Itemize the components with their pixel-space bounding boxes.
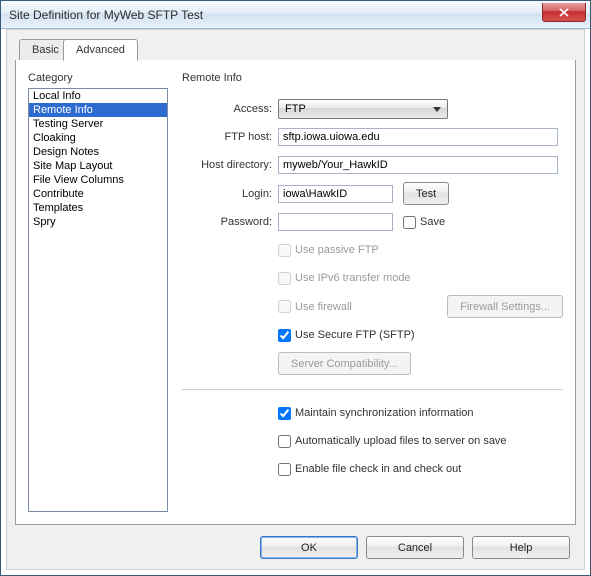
close-button[interactable] (542, 3, 586, 22)
password-input[interactable] (278, 213, 393, 231)
firewall-box (278, 300, 291, 313)
window-title: Site Definition for MyWeb SFTP Test (9, 8, 203, 22)
tab-page-advanced: Category Local Info Remote Info Testing … (15, 60, 576, 525)
category-item-local-info[interactable]: Local Info (29, 89, 167, 103)
category-item-file-view-columns[interactable]: File View Columns (29, 173, 167, 187)
label-access: Access: (182, 103, 278, 115)
cancel-button[interactable]: Cancel (366, 536, 464, 559)
test-button[interactable]: Test (403, 182, 449, 205)
dialog-buttons: OK Cancel Help (260, 536, 570, 559)
ipv6-box (278, 272, 291, 285)
sync-checkbox[interactable]: Maintain synchronization information (278, 407, 474, 420)
host-directory-input[interactable] (278, 156, 558, 174)
tab-advanced[interactable]: Advanced (63, 39, 138, 61)
ok-button[interactable]: OK (260, 536, 358, 559)
auto-upload-checkbox[interactable]: Automatically upload files to server on … (278, 435, 507, 448)
login-input[interactable] (278, 185, 393, 203)
save-password-checkbox[interactable]: Save (403, 216, 445, 229)
sftp-box[interactable] (278, 329, 291, 342)
checkinout-checkbox[interactable]: Enable file check in and check out (278, 463, 461, 476)
category-item-templates[interactable]: Templates (29, 201, 167, 215)
category-item-testing-server[interactable]: Testing Server (29, 117, 167, 131)
category-list[interactable]: Local Info Remote Info Testing Server Cl… (28, 88, 168, 512)
label-login: Login: (182, 188, 278, 200)
access-select[interactable]: FTP (278, 99, 448, 119)
server-compatibility-button: Server Compatibility... (278, 352, 411, 375)
auto-upload-box[interactable] (278, 435, 291, 448)
category-item-site-map-layout[interactable]: Site Map Layout (29, 159, 167, 173)
sftp-checkbox[interactable]: Use Secure FTP (SFTP) (278, 329, 415, 342)
form-area: Remote Info Access: FTP FTP host: Host d… (168, 72, 563, 512)
ftp-host-input[interactable] (278, 128, 558, 146)
close-icon (559, 8, 569, 17)
help-button[interactable]: Help (472, 536, 570, 559)
passive-ftp-checkbox: Use passive FTP (278, 244, 379, 257)
save-password-box[interactable] (403, 216, 416, 229)
checkinout-box[interactable] (278, 463, 291, 476)
category-label: Category (28, 72, 168, 84)
ipv6-checkbox: Use IPv6 transfer mode (278, 272, 411, 285)
category-item-remote-info[interactable]: Remote Info (29, 103, 167, 117)
category-item-contribute[interactable]: Contribute (29, 187, 167, 201)
titlebar: Site Definition for MyWeb SFTP Test (1, 1, 590, 29)
separator (182, 389, 563, 390)
access-select-value: FTP (285, 103, 306, 115)
firewall-checkbox: Use firewall (278, 300, 352, 313)
client-area: Basic Advanced Category Local Info Remot… (6, 29, 585, 570)
label-password: Password: (182, 216, 278, 228)
category-column: Category Local Info Remote Info Testing … (28, 72, 168, 512)
firewall-settings-button: Firewall Settings... (447, 295, 563, 318)
label-host-dir: Host directory: (182, 159, 278, 171)
tabstrip: Basic Advanced (15, 38, 576, 61)
category-item-cloaking[interactable]: Cloaking (29, 131, 167, 145)
sync-box[interactable] (278, 407, 291, 420)
label-ftp-host: FTP host: (182, 131, 278, 143)
section-title: Remote Info (182, 72, 563, 84)
dialog-window: Site Definition for MyWeb SFTP Test Basi… (0, 0, 591, 576)
passive-ftp-box (278, 244, 291, 257)
category-item-design-notes[interactable]: Design Notes (29, 145, 167, 159)
category-item-spry[interactable]: Spry (29, 215, 167, 229)
